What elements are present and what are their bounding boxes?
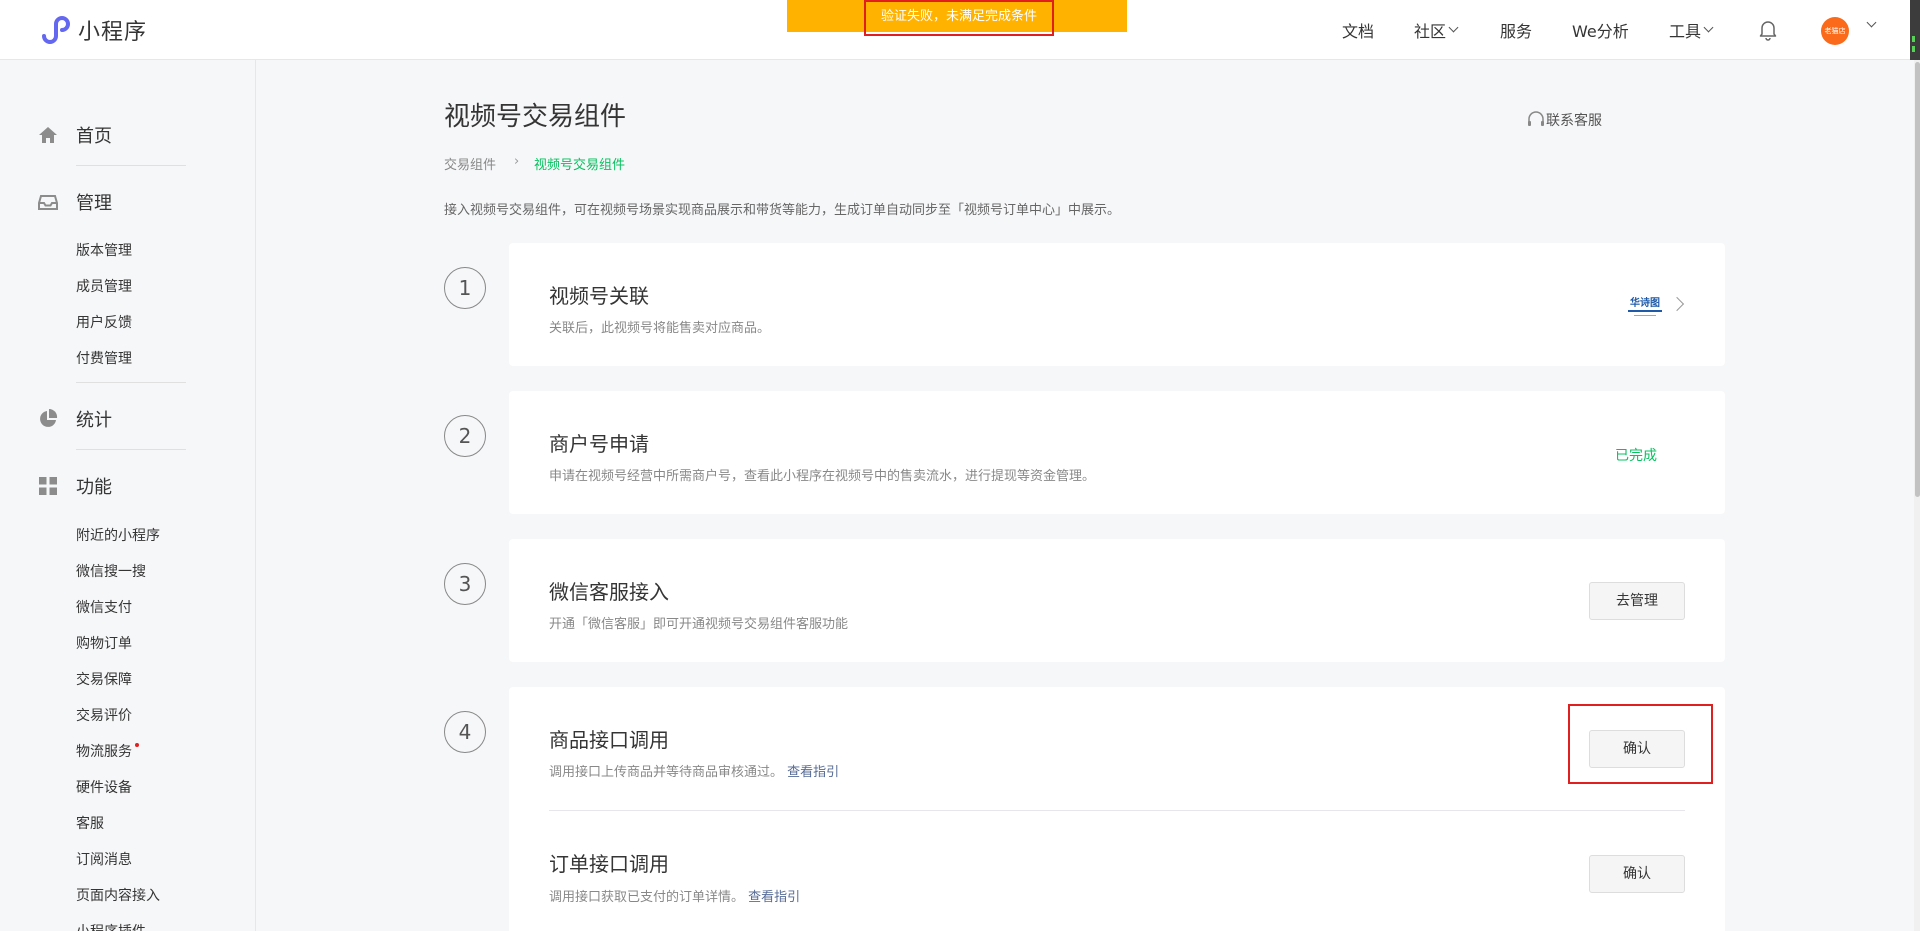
toast-message: 验证失败，未满足完成条件 (864, 0, 1054, 36)
step-subtitle: 调用接口上传商品并等待商品审核通过。 查看指引 (549, 761, 839, 780)
sidebar-divider (76, 449, 186, 450)
sidebar-item-nearby[interactable]: 附近的小程序 (76, 525, 160, 545)
chevron-down-icon (1448, 22, 1459, 33)
scrollbar-thumb[interactable] (1915, 62, 1920, 497)
page-title: 视频号交易组件 (444, 102, 627, 132)
step-number: 3 (444, 563, 486, 605)
nav-tools-label: 工具 (1669, 22, 1702, 41)
sidebar-item-service[interactable]: 客服 (76, 813, 104, 833)
new-dot-badge (135, 743, 139, 747)
sidebar-item-features[interactable]: 功能 (38, 473, 112, 499)
sidebar-item-members[interactable]: 成员管理 (76, 276, 132, 296)
breadcrumb-parent[interactable]: 交易组件 (444, 154, 496, 173)
sidebar-item-label: 物流服务 (76, 744, 132, 760)
app-name: 小程序 (78, 20, 148, 45)
grid-icon (39, 477, 57, 495)
step-title: 订单接口调用 (549, 852, 669, 876)
contact-support-label: 联系客服 (1546, 113, 1602, 129)
nav-docs[interactable]: 文档 (1342, 18, 1374, 42)
sidebar-divider (76, 382, 186, 383)
breadcrumb-separator-icon: › (514, 154, 520, 169)
nav-community-label: 社区 (1414, 22, 1447, 41)
step-card-channel-link[interactable] (509, 243, 1725, 366)
page-description: 接入视频号交易组件，可在视频号场景实现商品展示和带货等能力，生成订单自动同步至「… (444, 203, 1121, 218)
brand-logo-text: 华诗图 (1630, 296, 1660, 309)
breadcrumb-current: 视频号交易组件 (534, 158, 626, 173)
step-subtitle: 开通「微信客服」即可开通视频号交易组件客服功能 (549, 617, 849, 632)
step-number: 2 (444, 415, 486, 457)
miniprogram-logo-icon (42, 16, 70, 44)
step-number: 4 (444, 711, 486, 753)
sidebar-item-logistics[interactable]: 物流服务 (76, 741, 139, 761)
sidebar-item-plugins[interactable]: 小程序插件 (76, 921, 146, 931)
step-title: 视频号关联 (549, 284, 649, 308)
home-icon (39, 127, 57, 143)
sidebar-item-reviews[interactable]: 交易评价 (76, 705, 132, 725)
sidebar-divider (76, 165, 186, 166)
manage-button[interactable]: 去管理 (1589, 582, 1685, 620)
sidebar-item-version[interactable]: 版本管理 (76, 240, 132, 260)
view-guide-link[interactable]: 查看指引 (748, 890, 800, 905)
nav-community[interactable]: 社区 (1414, 18, 1459, 42)
sidebar-item-subscribe[interactable]: 订阅消息 (76, 849, 132, 869)
status-badge: 已完成 (1615, 448, 1657, 464)
inbox-icon (38, 195, 58, 210)
step-subtitle-text: 调用接口上传商品并等待商品审核通过。 (549, 765, 784, 780)
pie-chart-icon (40, 409, 58, 427)
headset-icon (1528, 111, 1544, 126)
highlight-box (1568, 704, 1713, 784)
nav-services-label: 服务 (1500, 22, 1533, 41)
nav-analytics[interactable]: We分析 (1572, 18, 1629, 42)
sidebar-item-hardware[interactable]: 硬件设备 (76, 777, 132, 797)
sidebar-item-pay[interactable]: 微信支付 (76, 597, 132, 617)
avatar[interactable]: 老猫店 (1821, 17, 1849, 45)
sidebar-item-label: 首页 (76, 126, 112, 147)
step-subtitle-text: 调用接口获取已支付的订单详情。 (549, 890, 745, 905)
window-edge-indicator (1910, 0, 1920, 60)
confirm-order-api-button[interactable]: 确认 (1589, 855, 1685, 893)
sidebar-item-search[interactable]: 微信搜一搜 (76, 561, 146, 581)
sidebar-item-label: 管理 (76, 193, 112, 214)
sidebar-item-feedback[interactable]: 用户反馈 (76, 312, 132, 332)
step-card-merchant (509, 391, 1725, 514)
brand-logo-graphic: 华诗图 (1626, 294, 1664, 320)
step-title: 商品接口调用 (549, 728, 669, 752)
step-title: 微信客服接入 (549, 580, 669, 604)
sidebar-item-stats[interactable]: 统计 (38, 406, 112, 432)
chevron-down-icon (1703, 22, 1714, 33)
chevron-down-icon[interactable] (1866, 17, 1877, 28)
card-divider (549, 810, 1685, 811)
sidebar-item-label: 统计 (76, 410, 112, 431)
step-card-customer-service (509, 539, 1725, 662)
nav-services[interactable]: 服务 (1500, 18, 1532, 42)
app-logo[interactable]: 小程序 (38, 14, 147, 46)
sidebar-item-guarantee[interactable]: 交易保障 (76, 669, 132, 689)
step-title: 商户号申请 (549, 432, 649, 456)
step-subtitle: 关联后，此视频号将能售卖对应商品。 (549, 321, 771, 336)
channel-brand-logo: 华诗图 (1626, 294, 1664, 320)
nav-docs-label: 文档 (1342, 22, 1375, 41)
view-guide-link[interactable]: 查看指引 (787, 765, 839, 780)
bell-icon[interactable] (1758, 19, 1778, 41)
nav-tools[interactable]: 工具 (1669, 18, 1714, 42)
nav-analytics-label: We分析 (1572, 22, 1629, 41)
sidebar-item-content[interactable]: 页面内容接入 (76, 885, 160, 905)
sidebar-item-home[interactable]: 首页 (38, 122, 112, 148)
step-subtitle: 调用接口获取已支付的订单详情。 查看指引 (549, 886, 800, 905)
sidebar-item-label: 功能 (76, 477, 112, 498)
sidebar-item-manage[interactable]: 管理 (38, 189, 112, 215)
step-subtitle: 申请在视频号经营中所需商户号，查看此小程序在视频号中的售卖流水，进行提现等资金管… (549, 469, 1096, 484)
sidebar-item-orders[interactable]: 购物订单 (76, 633, 132, 653)
sidebar-item-billing[interactable]: 付费管理 (76, 348, 132, 368)
contact-support-link[interactable]: 联系客服 (1526, 110, 1602, 130)
step-number: 1 (444, 267, 486, 309)
